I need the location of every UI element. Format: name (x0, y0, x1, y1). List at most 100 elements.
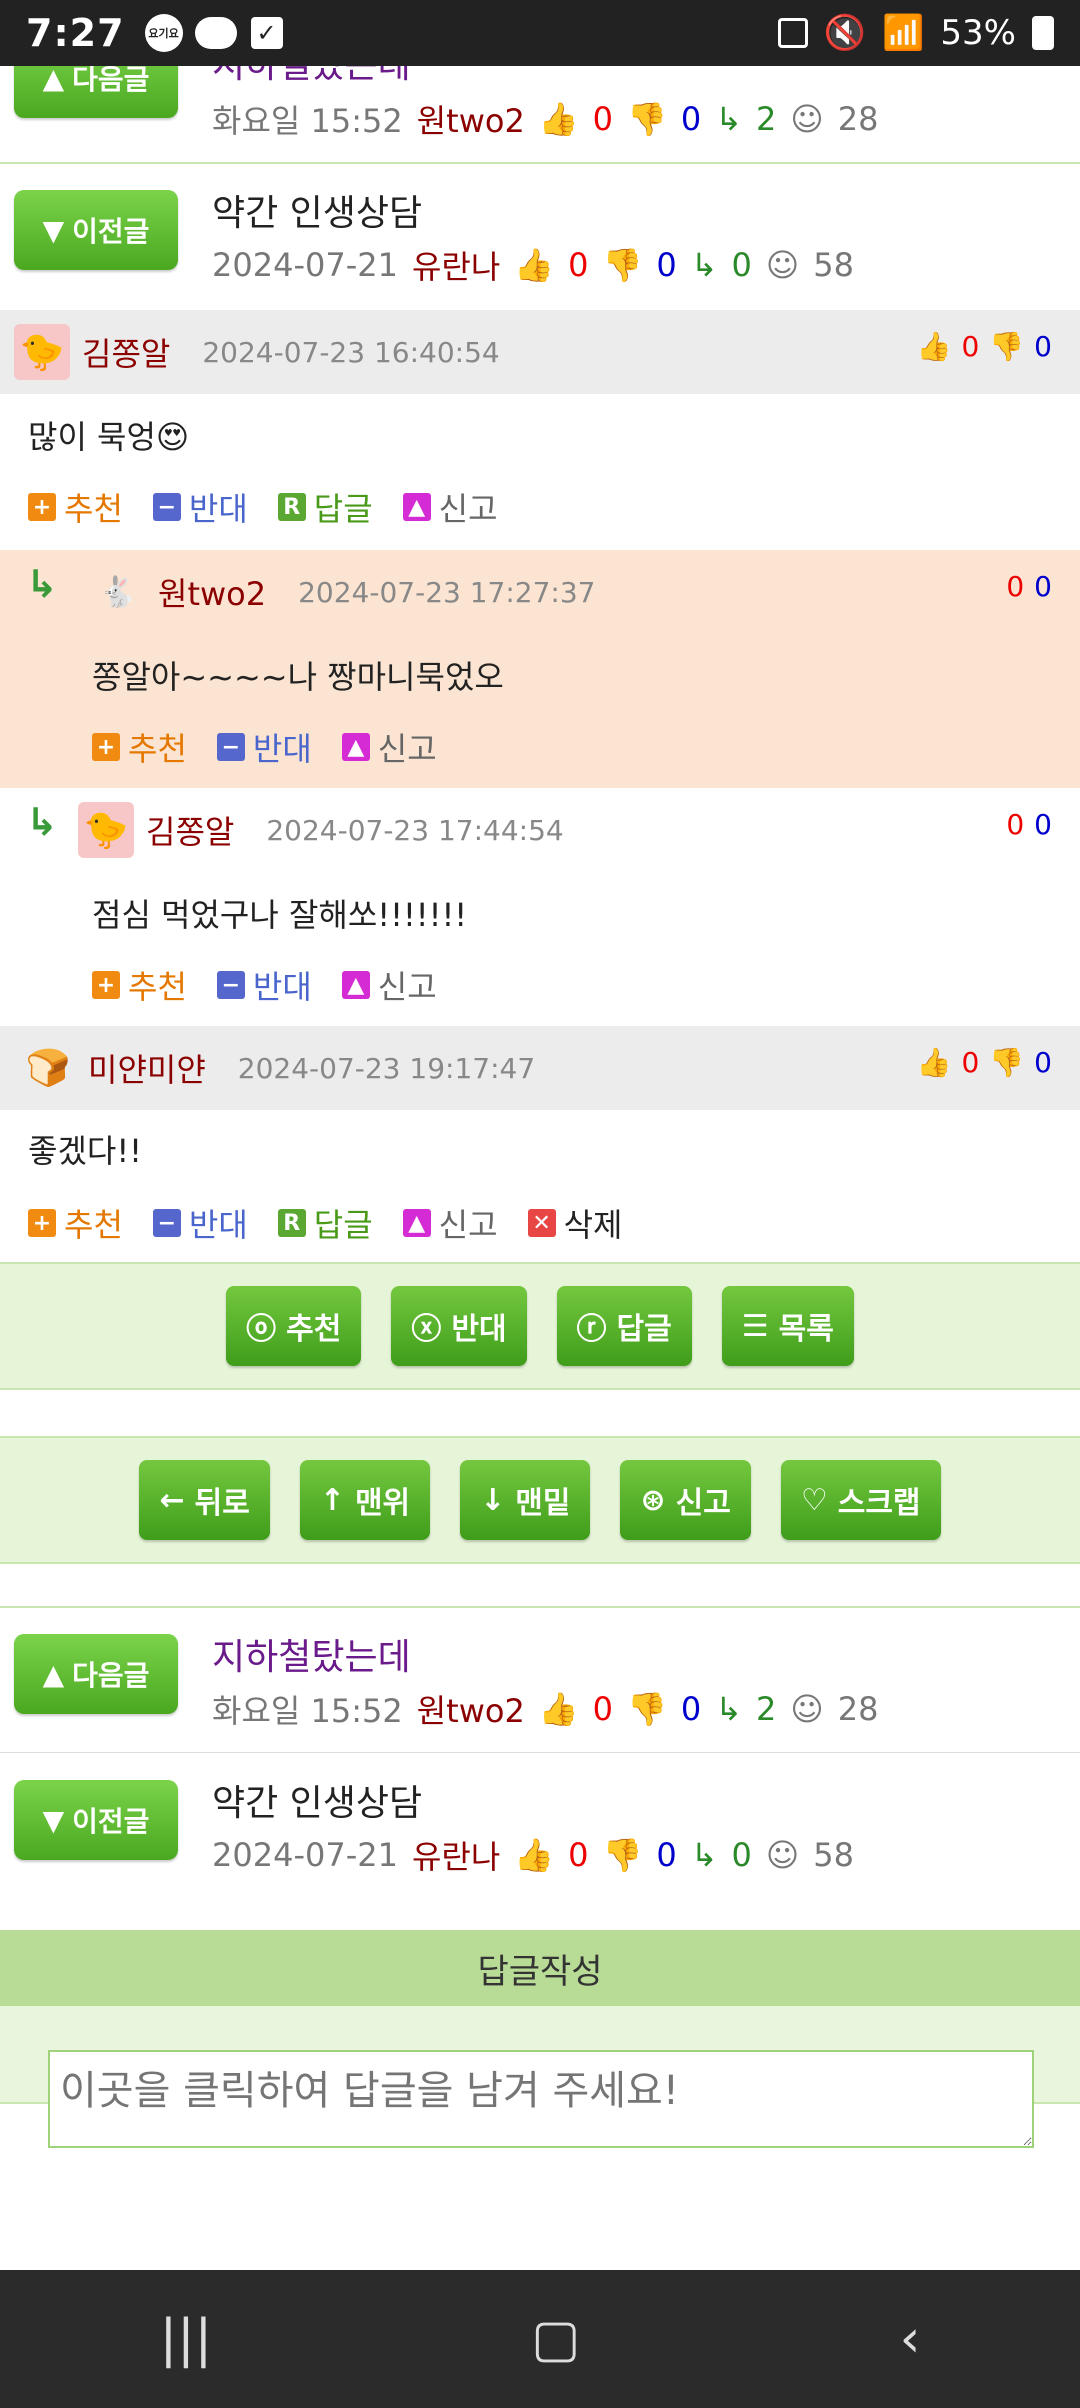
comment-votes: 👍 0 👎 0 (916, 330, 1052, 363)
views-icon: ☺ (765, 1836, 800, 1874)
next-post-button[interactable]: ▲ 다음글 (14, 1634, 178, 1714)
plus-icon: + (28, 493, 56, 521)
next-post-title[interactable]: 지하철탔는데 (212, 1628, 411, 1680)
close-icon: ✕ (527, 1209, 556, 1237)
triangle-down-icon: ▼ (42, 213, 65, 247)
comment-author-row: 🐇 원two2 2024-07-23 17:27:37 (90, 564, 595, 620)
bottom-button[interactable]: ↓ 맨밑 (460, 1460, 591, 1540)
siren-icon: ▲ (402, 1209, 431, 1237)
prev-post-title[interactable]: 약간 인생상담 (212, 1774, 422, 1826)
prev-post-meta: 2024-07-21 유란나 👍 0 👎 0 ↳ 0 ☺ 58 (212, 1836, 854, 1876)
comment-author-row: 🍞 미얀미얀 2024-07-23 19:17:47 (20, 1040, 536, 1096)
report-button[interactable]: ▲ 신고 (341, 724, 437, 770)
avatar: 🐤 (78, 802, 134, 858)
comment-text: 쫑알아~~~~나 짱마니묵었오 (92, 658, 504, 696)
comment-actions: + 추천 − 반대 R 답글 ▲ 신고 (28, 484, 498, 530)
mute-icon: 🔇 (823, 13, 867, 53)
views-icon: ☺ (790, 100, 824, 138)
wifi-icon: 📶 (882, 13, 925, 53)
thumbs-up-icon: 👍 (514, 246, 555, 284)
views-icon: ☺ (765, 246, 800, 284)
reply-arrow-icon: ↳ (690, 1836, 718, 1874)
thumbs-down-icon: 👎 (602, 246, 643, 284)
next-post-meta: 화요일 15:52 원two2 👍 0 👎 0 ↳ 2 ☺ 28 (212, 1690, 879, 1730)
thumbs-down-icon[interactable]: 👎 (989, 330, 1024, 363)
avatar: 🐇 (99, 574, 137, 610)
plus-icon: + (28, 1209, 56, 1237)
triangle-down-icon: ▼ (42, 1803, 65, 1837)
reply-section-header: 답글작성 (0, 1930, 1080, 2006)
reply-arrow-icon: ↳ (26, 800, 58, 844)
page-nav-bar: ← 뒤로 ↑ 맨위 ↓ 맨밑 ⊛ 신고 ♡ 스크랩 (0, 1436, 1080, 1564)
reply-button[interactable]: R 답글 (277, 484, 373, 530)
report-button[interactable]: ▲ 신고 (402, 1200, 498, 1246)
oppose-button[interactable]: − 반대 (152, 484, 248, 530)
list-button[interactable]: ☰ 목록 (721, 1286, 854, 1366)
recent-apps-icon[interactable]: ||| (160, 2309, 213, 2369)
prev-post-title-top[interactable]: 약간 인생상담 (212, 184, 422, 236)
arrow-down-icon: ↓ (480, 1482, 506, 1518)
report-post-button[interactable]: ⊛ 신고 (620, 1460, 751, 1540)
thumbs-up-icon: 👍 (538, 1690, 579, 1728)
comment-text: 좋겠다!! (28, 1132, 142, 1170)
thumbs-up-icon[interactable]: 👍 (917, 1046, 952, 1079)
thumbs-up-icon[interactable]: 👍 (917, 330, 952, 363)
home-icon[interactable]: ▢ (531, 2309, 580, 2369)
oppose-post-button[interactable]: ⓧ 반대 (391, 1286, 527, 1366)
comment-actions: + 추천 − 반대 ▲ 신고 (92, 962, 437, 1008)
recommend-button[interactable]: + 추천 (92, 724, 187, 770)
next-post-title-top[interactable]: 지하철탔는데 (212, 66, 411, 88)
oppose-button[interactable]: − 반대 (216, 724, 312, 770)
divider (0, 162, 1080, 164)
recommend-button[interactable]: + 추천 (92, 962, 187, 1008)
circle-r-icon: ⓡ (576, 1312, 607, 1347)
list-icon: ☰ (741, 1308, 769, 1344)
recycle-icon (777, 18, 808, 48)
views-icon: ☺ (790, 1690, 824, 1728)
next-post-meta-top: 화요일 15:52 원two2 👍 0 👎 0 ↳ 2 ☺ 28 (212, 100, 879, 140)
prev-post-button-top[interactable]: ▼ 이전글 (14, 190, 178, 270)
heart-icon: ♡ (800, 1482, 828, 1518)
page: ▲다음글 지하철탔는데 화요일 15:52 원two2 👍0 👎0 ↳2 ☺28… (0, 66, 1080, 2270)
arrow-left-icon: ← (159, 1482, 185, 1518)
top-button[interactable]: ↑ 맨위 (299, 1460, 431, 1540)
comment-author-row: 🐤 김쫑알 2024-07-23 16:40:54 (14, 324, 500, 380)
recommend-post-button[interactable]: ⓞ 추천 (226, 1286, 362, 1366)
thumbs-down-icon: 👎 (627, 1690, 667, 1728)
scrap-button[interactable]: ♡ 스크랩 (780, 1460, 941, 1540)
thumbs-down-icon: 👎 (627, 100, 667, 138)
reply-input[interactable] (48, 2050, 1034, 2148)
battery-percent: 53% (940, 13, 1016, 53)
recommend-button[interactable]: + 추천 (28, 484, 123, 530)
thumbs-down-icon[interactable]: 👎 (989, 1046, 1024, 1079)
thumbs-up-icon: 👍 (538, 100, 579, 138)
triangle-up-icon: ▲ (42, 66, 65, 95)
report-icon: ⊛ (640, 1482, 666, 1518)
reply-button[interactable]: R 답글 (277, 1200, 373, 1246)
next-post-button-top[interactable]: ▲ 다음글 (14, 66, 178, 118)
prev-post-button[interactable]: ▼ 이전글 (14, 1780, 178, 1860)
oppose-button[interactable]: − 반대 (216, 962, 312, 1008)
report-button[interactable]: ▲ 신고 (341, 962, 437, 1008)
avatar: 🐤 (14, 324, 70, 380)
comment-votes: 0 0 (1006, 808, 1052, 841)
report-button[interactable]: ▲ 신고 (402, 484, 498, 530)
reply-arrow-icon: ↳ (715, 1690, 743, 1728)
reply-post-button[interactable]: ⓡ 답글 (556, 1286, 692, 1366)
back-button[interactable]: ← 뒤로 (139, 1460, 270, 1540)
back-icon[interactable]: ‹ (900, 2309, 921, 2369)
plus-icon: + (92, 971, 120, 999)
reply-arrow-icon: ↳ (26, 562, 58, 606)
comment-text: 많이 묵엉😍 (28, 418, 190, 456)
post-action-bar: ⓞ 추천 ⓧ 반대 ⓡ 답글 ☰ 목록 (0, 1262, 1080, 1390)
oppose-button[interactable]: − 반대 (152, 1200, 248, 1246)
recommend-button[interactable]: + 추천 (28, 1200, 123, 1246)
reply-arrow-icon: ↳ (690, 246, 718, 284)
chat-icon (194, 17, 237, 49)
android-navigation-bar: ||| ▢ ‹ (0, 2270, 1080, 2408)
delete-button[interactable]: ✕ 삭제 (527, 1200, 622, 1246)
siren-icon: ▲ (341, 733, 370, 761)
thumbs-up-icon: 👍 (514, 1836, 555, 1874)
divider (0, 1752, 1080, 1753)
status-time: 7:27 (26, 11, 125, 55)
